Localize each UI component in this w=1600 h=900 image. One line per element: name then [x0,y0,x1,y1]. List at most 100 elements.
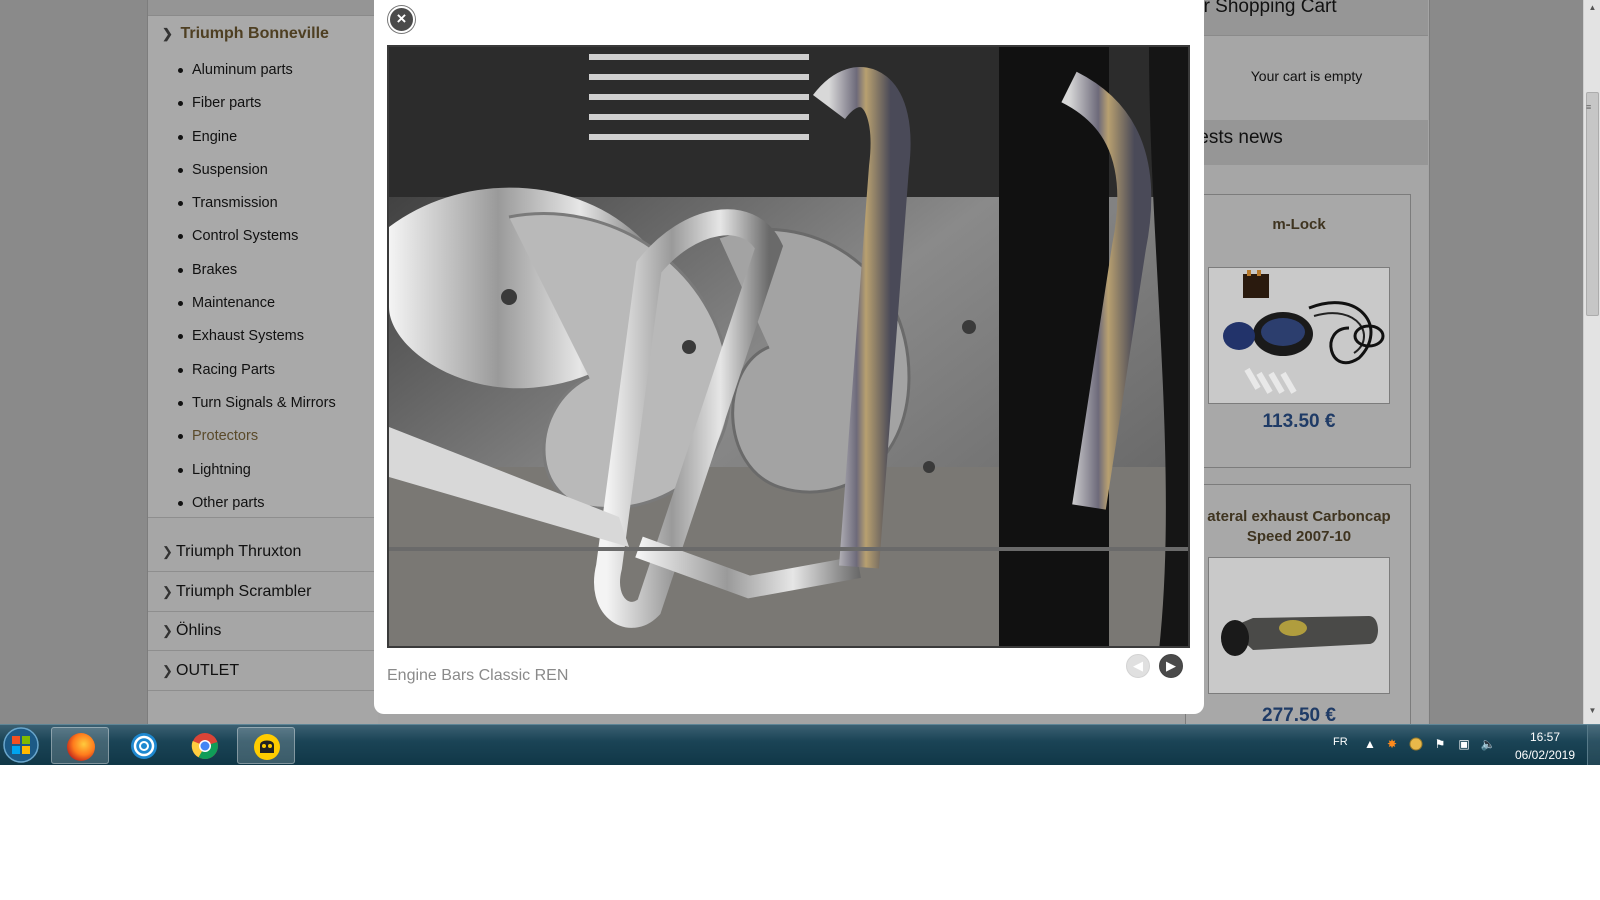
scroll-thumb[interactable] [1586,92,1599,316]
bullet-icon [178,267,183,273]
scroll-up-icon[interactable]: ▲ [1587,3,1598,15]
next-arrow-icon: ▶ [1166,658,1176,673]
subcategory-label: Protectors [192,428,259,445]
volume-icon[interactable]: 🔈 [1480,736,1496,752]
subcategory-item[interactable]: Transmission [148,187,378,220]
prev-arrow-icon: ◀ [1133,658,1143,673]
scroll-down-icon[interactable]: ▼ [1587,706,1598,718]
category-menu-top-bar [148,0,378,16]
bullet-icon [178,334,183,340]
category-bonneville[interactable]: ❯ Triumph Bonneville [162,25,329,43]
category-scrambler[interactable]: ❯ Triumph Scrambler [148,573,378,612]
network-icon[interactable]: ▣ [1456,736,1472,752]
mlock-image [1209,268,1389,403]
start-button[interactable] [0,725,44,765]
engine-bars-photo [389,47,1188,646]
taskbar-app-uplay[interactable] [115,727,173,764]
product-image[interactable] [1208,557,1390,694]
screen: ❯ Triumph Bonneville Aluminum parts Fibe… [0,0,1600,765]
lightbox-dialog: × Engine Bars Classic REN ◀ ▶ [374,0,1204,714]
bullet-icon [178,400,183,406]
subcategory-label: Racing Parts [192,361,276,378]
cyberghost-icon [254,734,280,760]
subcategory-item[interactable]: Engine [148,121,378,154]
taskbar-app-cyberghost[interactable] [237,727,295,764]
subcategory-label: Exhaust Systems [192,328,305,345]
cart-empty-text: Your cart is empty [1250,68,1363,84]
subcategory-item[interactable]: Control Systems [148,220,378,253]
show-desktop-button[interactable] [1587,725,1600,765]
close-button[interactable]: × [388,6,415,33]
subcategory-item[interactable]: Fiber parts [148,87,378,120]
bullet-icon [178,167,183,173]
category-label: Öhlins [176,622,222,639]
grip-icon: ≡ [1586,102,1592,112]
subcategory-item[interactable]: Brakes [148,254,378,287]
exhaust-image [1209,558,1389,693]
product-name[interactable]: ateral exhaust Carboncap Speed 2007-10 [1186,507,1412,547]
category-label: Triumph Scrambler [176,583,312,600]
bullet-icon [178,434,183,440]
product-price: 277.50 € [1262,705,1336,724]
uplay-icon [131,733,157,759]
subcategory-label: Control Systems [192,228,299,245]
subcategory-item[interactable]: Turn Signals & Mirrors [148,387,378,420]
taskbar-app-firefox[interactable] [51,727,109,764]
news-product-card[interactable]: ateral exhaust Carboncap Speed 2007-10 2… [1185,484,1411,724]
subcategory-item[interactable]: Other parts [148,487,378,520]
subcategory-label: Turn Signals & Mirrors [192,394,336,411]
drive-icon[interactable] [1408,736,1424,752]
subcategory-item[interactable]: Aluminum parts [148,54,378,87]
next-button[interactable]: ▶ [1159,654,1183,678]
subcategory-item[interactable]: Lightning [148,454,378,487]
subcategory-item[interactable]: Exhaust Systems [148,320,378,353]
prev-button[interactable]: ◀ [1126,654,1150,678]
bullet-icon [178,467,183,473]
subcategory-label: Aluminum parts [192,62,293,78]
chevron-right-icon: ❯ [162,663,173,678]
subcategory-label: Maintenance [192,295,276,312]
category-outlet[interactable]: ❯ OUTLET [148,652,378,691]
clock-date[interactable]: 06/02/2019 [1507,748,1583,762]
category-thruxton[interactable]: ❯ Triumph Thruxton [148,533,378,572]
subcategory-item[interactable]: Maintenance [148,287,378,320]
product-image[interactable] [1208,267,1390,404]
subcategory-label: Fiber parts [192,95,262,112]
category-label: Triumph Thruxton [176,543,302,560]
bullet-icon [178,367,183,373]
language-indicator[interactable]: FR [1333,736,1348,748]
chevron-right-icon: ❯ [162,544,173,559]
product-name[interactable]: m-Lock [1186,215,1412,235]
show-hidden-icons-icon[interactable]: ▲ [1362,736,1378,752]
category-label: OUTLET [176,662,240,679]
firefox-icon [67,733,95,761]
subcategory-item-active[interactable]: Protectors [148,420,378,453]
category-label: Triumph Bonneville [180,25,329,42]
action-center-flag-icon[interactable]: ⚑ [1432,736,1448,752]
subcategory-label: Brakes [192,261,238,278]
bullet-icon [178,500,183,506]
news-product-card[interactable]: m-Lock 113.50 € [1185,194,1411,468]
subcategory-item[interactable]: Suspension [148,154,378,187]
right-column: ur Shopping Cart Your cart is empty test… [1185,0,1428,724]
lightbox-caption: Engine Bars Classic REN [387,667,569,684]
subcategory-label: Lightning [192,461,251,478]
subcategory-item[interactable]: Racing Parts [148,354,378,387]
shopping-cart-header: ur Shopping Cart [1185,0,1428,36]
chevron-right-icon: ❯ [162,26,173,41]
subcategory-label: Transmission [192,195,278,212]
subcategory-list: Aluminum parts Fiber parts Engine Suspen… [148,54,378,520]
subcategory-label: Other parts [192,494,265,511]
chrome-icon [191,733,218,760]
bullet-icon [178,301,183,307]
bullet-icon [178,101,183,107]
taskbar-app-chrome[interactable] [176,727,234,764]
gitlab-fox-icon[interactable]: ✸ [1384,736,1400,752]
latest-news-header: tests news [1185,120,1428,165]
bullet-icon [178,201,183,207]
drive-shape [1409,737,1423,751]
category-ohlins[interactable]: ❯ Öhlins [148,612,378,651]
chevron-right-icon: ❯ [162,623,173,638]
clock-time[interactable]: 16:57 [1515,730,1575,744]
page-scrollbar[interactable]: ▲ ≡ ▼ [1583,0,1600,724]
